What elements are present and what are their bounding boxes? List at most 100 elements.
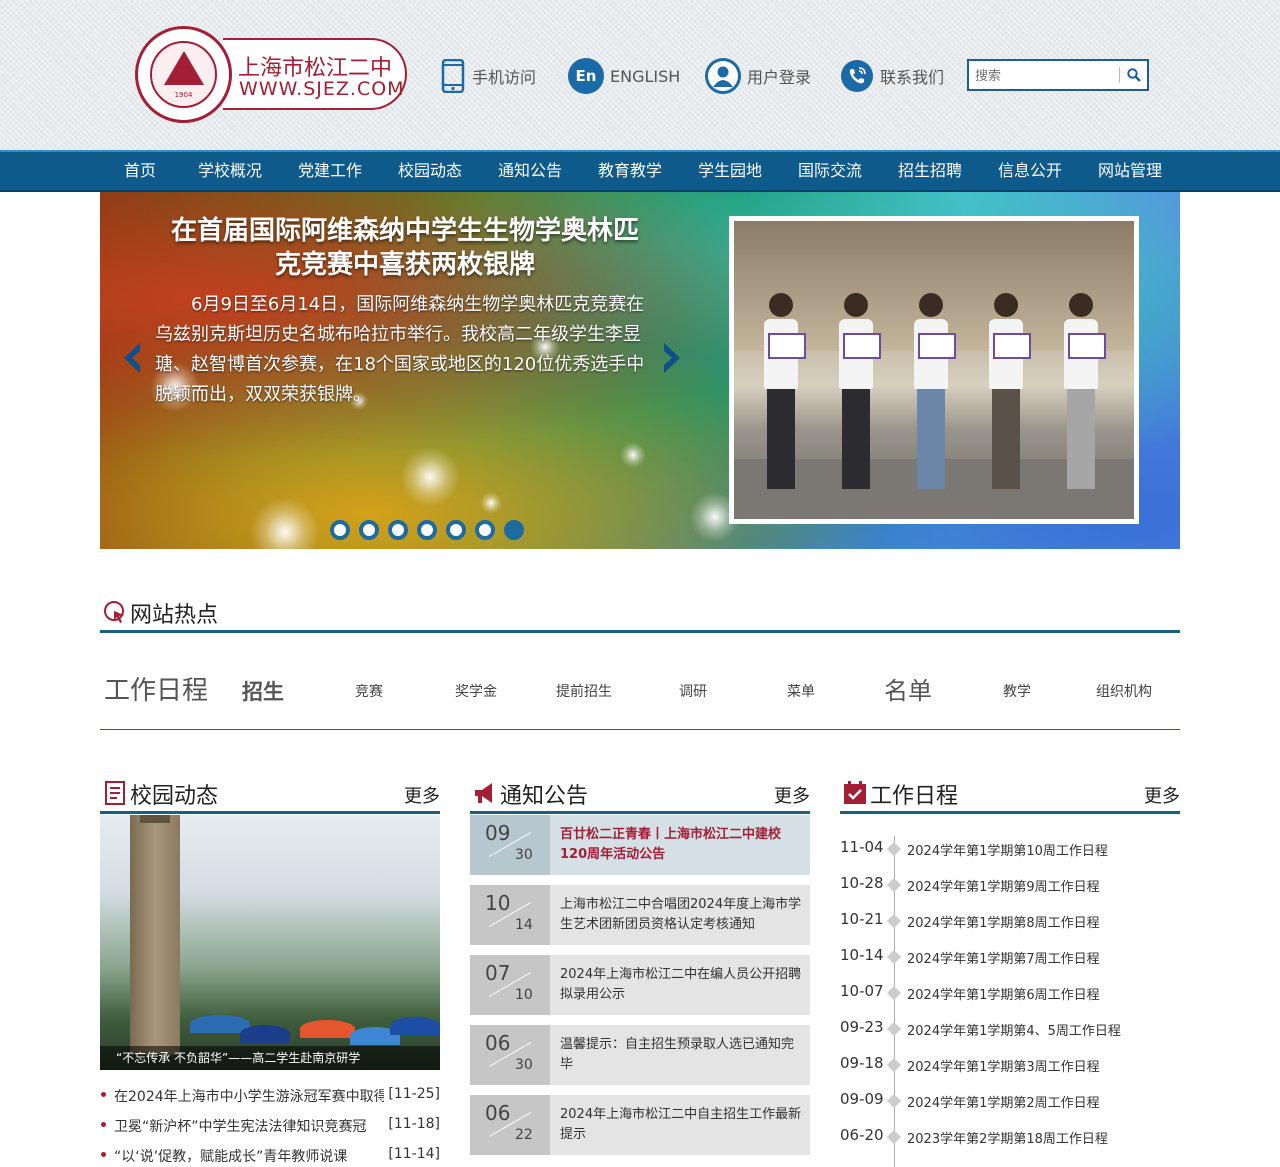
photo-person <box>989 293 1031 489</box>
news-item[interactable]: “以‘说’促教，赋能成长”青年教师说课 [11-14] <box>100 1142 440 1167</box>
hot-tag[interactable]: 工作日程 <box>104 670 208 707</box>
bullet <box>101 1092 106 1097</box>
notices-header: 通知公告 更多 <box>470 778 810 814</box>
hot-tag[interactable]: 教学 <box>1003 681 1031 701</box>
nav-international[interactable]: 国际交流 <box>792 152 868 190</box>
decor-sparkle <box>480 492 502 514</box>
schedule-item-title: 2024学年第1学期第2周工作日程 <box>907 1096 1100 1111</box>
schedule-item[interactable]: 09-18 2024学年第1学期第3周工作日程 <box>840 1052 1180 1088</box>
mobile-access-link[interactable]: 手机访问 <box>440 58 536 94</box>
slider-prev-arrow-icon[interactable] <box>118 340 146 376</box>
seal-year: 1904 <box>174 91 193 99</box>
nav-site-admin[interactable]: 网站管理 <box>1092 152 1168 190</box>
school-logo[interactable]: 1904 上海市松江二中 WWW.SJEZ.COM <box>135 26 410 123</box>
hot-topics-header: 网站热点 <box>100 597 1180 633</box>
schedule-item[interactable]: 10-07 2024学年第1学期第6周工作日程 <box>840 980 1180 1016</box>
timeline-marker <box>886 1057 902 1073</box>
user-login-link[interactable]: 用户登录 <box>705 58 811 94</box>
hot-tag-cloud: 工作日程 招生 竞赛 奖学金 提前招生 调研 菜单 名单 教学 组织机构 <box>100 650 1180 730</box>
nav-notices[interactable]: 通知公告 <box>492 152 568 190</box>
notice-item[interactable]: 06 30 温馨提示：自主招生预录取人选已通知完毕 <box>470 1025 810 1085</box>
schedule-item[interactable]: 10-28 2024学年第1学期第9周工作日程 <box>840 872 1180 908</box>
notices-more-link[interactable]: 更多 <box>774 782 810 808</box>
hot-tag[interactable]: 招生 <box>242 676 284 706</box>
nav-about[interactable]: 学校概况 <box>192 152 268 190</box>
slider-dot[interactable] <box>446 520 466 540</box>
schedule-item[interactable]: 06-20 2023学年第2学期第18周工作日程 <box>840 1124 1180 1160</box>
hot-tag[interactable]: 菜单 <box>787 681 815 701</box>
notice-day: 30 <box>515 1057 533 1073</box>
nav-teaching[interactable]: 教育教学 <box>592 152 668 190</box>
slider-dot[interactable] <box>417 520 437 540</box>
notice-item[interactable]: 10 14 上海市松江二中合唱团2024年度上海市学生艺术团新团员资格认定考核通… <box>470 885 810 945</box>
news-item[interactable]: 卫冕“新沪杯”中学生宪法法律知识竞赛冠 [11-18] <box>100 1112 440 1142</box>
news-item-date: [11-18] <box>388 1116 440 1132</box>
news-item[interactable]: 在2024年上海市中小学生游泳冠军赛中取得 [11-25] <box>100 1082 440 1112</box>
schedule-header: 工作日程 更多 <box>840 778 1180 814</box>
slide-summary: 6月9日至6月14日，国际阿维森纳生物学奥林匹克竞赛在乌兹别克斯坦历史名城布哈拉… <box>155 294 645 405</box>
seal-emblem-icon <box>164 51 204 85</box>
notice-item[interactable]: 09 30 百廿松二正青春丨上海市松江二中建校120周年活动公告 <box>470 815 810 875</box>
photo-person <box>839 293 881 489</box>
search-button[interactable] <box>1122 63 1146 87</box>
nav-party[interactable]: 党建工作 <box>292 152 368 190</box>
slider-dots <box>330 520 524 540</box>
hot-tag[interactable]: 竞赛 <box>355 681 383 701</box>
slider-dot[interactable] <box>504 520 524 540</box>
schedule-item[interactable]: 09-23 2024学年第1学期第4、5周工作日程 <box>840 1016 1180 1052</box>
nav-disclosure[interactable]: 信息公开 <box>992 152 1068 190</box>
hot-tag[interactable]: 组织机构 <box>1096 681 1152 701</box>
notice-item[interactable]: 07 10 2024年上海市松江二中在编人员公开招聘拟录用公示 <box>470 955 810 1015</box>
schedule-item-title: 2024学年第1学期第7周工作日程 <box>907 952 1100 967</box>
schedule-date: 10-07 <box>840 982 884 1000</box>
search-input[interactable] <box>975 63 1115 87</box>
hot-tag[interactable]: 调研 <box>679 681 707 701</box>
timeline-marker <box>886 949 902 965</box>
slide-title[interactable]: 在首届国际阿维森纳中学生生物学奥林匹克竞赛中喜获两枚银牌 <box>160 214 650 282</box>
schedule-item[interactable]: 10-14 2024学年第1学期第7周工作日程 <box>840 944 1180 980</box>
schedule-title: 工作日程 <box>870 784 959 809</box>
hot-tag[interactable]: 奖学金 <box>455 681 497 701</box>
news-item-date: [11-25] <box>388 1086 440 1102</box>
nav-campus-news[interactable]: 校园动态 <box>392 152 468 190</box>
slide-photo-image <box>734 221 1134 519</box>
timeline-marker <box>886 841 902 857</box>
slider-dot[interactable] <box>359 520 379 540</box>
notice-title: 2024年上海市松江二中自主招生工作最新提示 <box>560 1107 802 1142</box>
schedule-more-link[interactable]: 更多 <box>1144 782 1180 808</box>
notice-date-box: 10 14 <box>470 885 550 945</box>
slide-photo[interactable] <box>729 216 1139 524</box>
notice-date-box: 09 30 <box>470 815 550 875</box>
nav-students[interactable]: 学生园地 <box>692 152 768 190</box>
notice-month: 07 <box>485 961 511 985</box>
decor-sparkle <box>620 442 646 468</box>
notice-date-box: 07 10 <box>470 955 550 1015</box>
contact-us-link[interactable]: 联系我们 <box>840 58 944 94</box>
slider-next-arrow-icon[interactable] <box>658 340 686 376</box>
slider-dot[interactable] <box>330 520 350 540</box>
campus-news-more-link[interactable]: 更多 <box>404 782 440 808</box>
search-divider <box>1119 67 1120 83</box>
news-item-date: [11-14] <box>388 1146 440 1162</box>
timeline-marker <box>886 877 902 893</box>
nav-home[interactable]: 首页 <box>120 152 160 190</box>
slider-dot[interactable] <box>388 520 408 540</box>
hot-tag[interactable]: 名单 <box>884 671 932 706</box>
slider-dot[interactable] <box>475 520 495 540</box>
english-link[interactable]: En ENGLISH <box>568 58 680 94</box>
decor-sparkle <box>400 447 460 507</box>
hot-tag[interactable]: 提前招生 <box>556 681 612 701</box>
schedule-item[interactable]: 10-21 2024学年第1学期第8周工作日程 <box>840 908 1180 944</box>
schedule-date: 10-14 <box>840 946 884 964</box>
bullet <box>101 1152 106 1157</box>
contact-us-label: 联系我们 <box>880 68 945 87</box>
schedule-item[interactable]: 11-04 2024学年第1学期第10周工作日程 <box>840 836 1180 872</box>
schedule-item[interactable]: 09-09 2024学年第1学期第2周工作日程 <box>840 1088 1180 1124</box>
schedule-date: 06-20 <box>840 1126 884 1144</box>
notice-item[interactable]: 06 22 2024年上海市松江二中自主招生工作最新提示 <box>470 1095 810 1155</box>
campus-news-featured-image[interactable]: “不忘传承 不负韶华”——高二学生赴南京研学 <box>100 815 440 1070</box>
schedule-date: 11-04 <box>840 838 884 856</box>
notice-month: 09 <box>485 821 511 845</box>
nav-admissions[interactable]: 招生招聘 <box>892 152 968 190</box>
calendar-check-icon <box>844 781 866 804</box>
